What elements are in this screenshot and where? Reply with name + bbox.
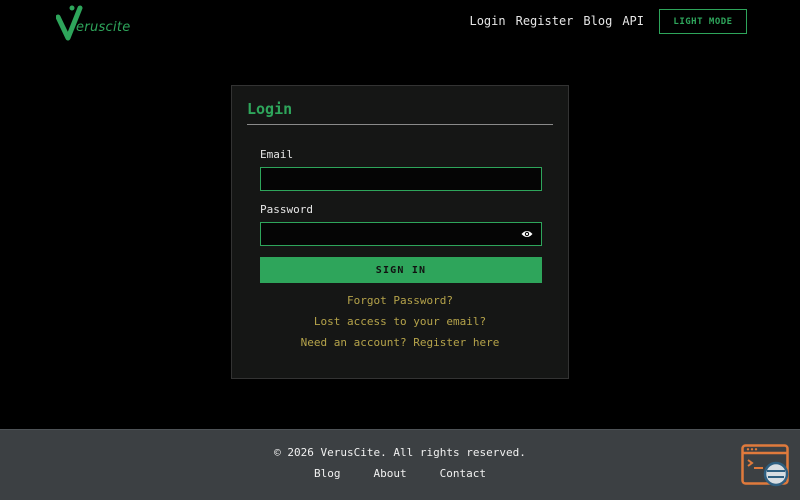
footer-link-contact[interactable]: Contact	[440, 467, 486, 480]
password-label: Password	[260, 203, 313, 216]
site-footer: © 2026 VerusCite. All rights reserved. B…	[0, 429, 800, 500]
light-mode-button[interactable]: LIGHT MODE	[659, 9, 747, 34]
title-divider	[247, 124, 553, 125]
register-link[interactable]: Need an account? Register here	[232, 336, 568, 349]
footer-link-blog[interactable]: Blog	[314, 467, 341, 480]
logo-text: eruscite	[76, 20, 131, 35]
lost-email-link[interactable]: Lost access to your email?	[232, 315, 568, 328]
forgot-password-link[interactable]: Forgot Password?	[232, 294, 568, 307]
login-title: Login	[247, 100, 293, 118]
copyright-text: © 2026 VerusCite. All rights reserved.	[274, 446, 526, 459]
main-nav: Login Register Blog API	[469, 14, 644, 28]
nav-register[interactable]: Register	[516, 14, 574, 28]
password-field[interactable]	[260, 222, 542, 246]
email-label: Email	[260, 148, 294, 161]
site-header: eruscite Login Register Blog API LIGHT M…	[0, 0, 800, 46]
help-widget-icon[interactable]	[741, 444, 791, 488]
nav-blog[interactable]: Blog	[583, 14, 612, 28]
email-field[interactable]	[260, 167, 542, 191]
eye-icon[interactable]	[521, 229, 533, 239]
login-card: Login Email Password SIGN IN Forgot Pass…	[231, 85, 569, 379]
logo[interactable]: eruscite	[56, 4, 140, 42]
nav-api[interactable]: API	[622, 14, 644, 28]
footer-links: Blog About Contact	[0, 467, 800, 480]
footer-link-about[interactable]: About	[374, 467, 407, 480]
nav-login[interactable]: Login	[469, 14, 505, 28]
sign-in-button[interactable]: SIGN IN	[260, 257, 542, 283]
